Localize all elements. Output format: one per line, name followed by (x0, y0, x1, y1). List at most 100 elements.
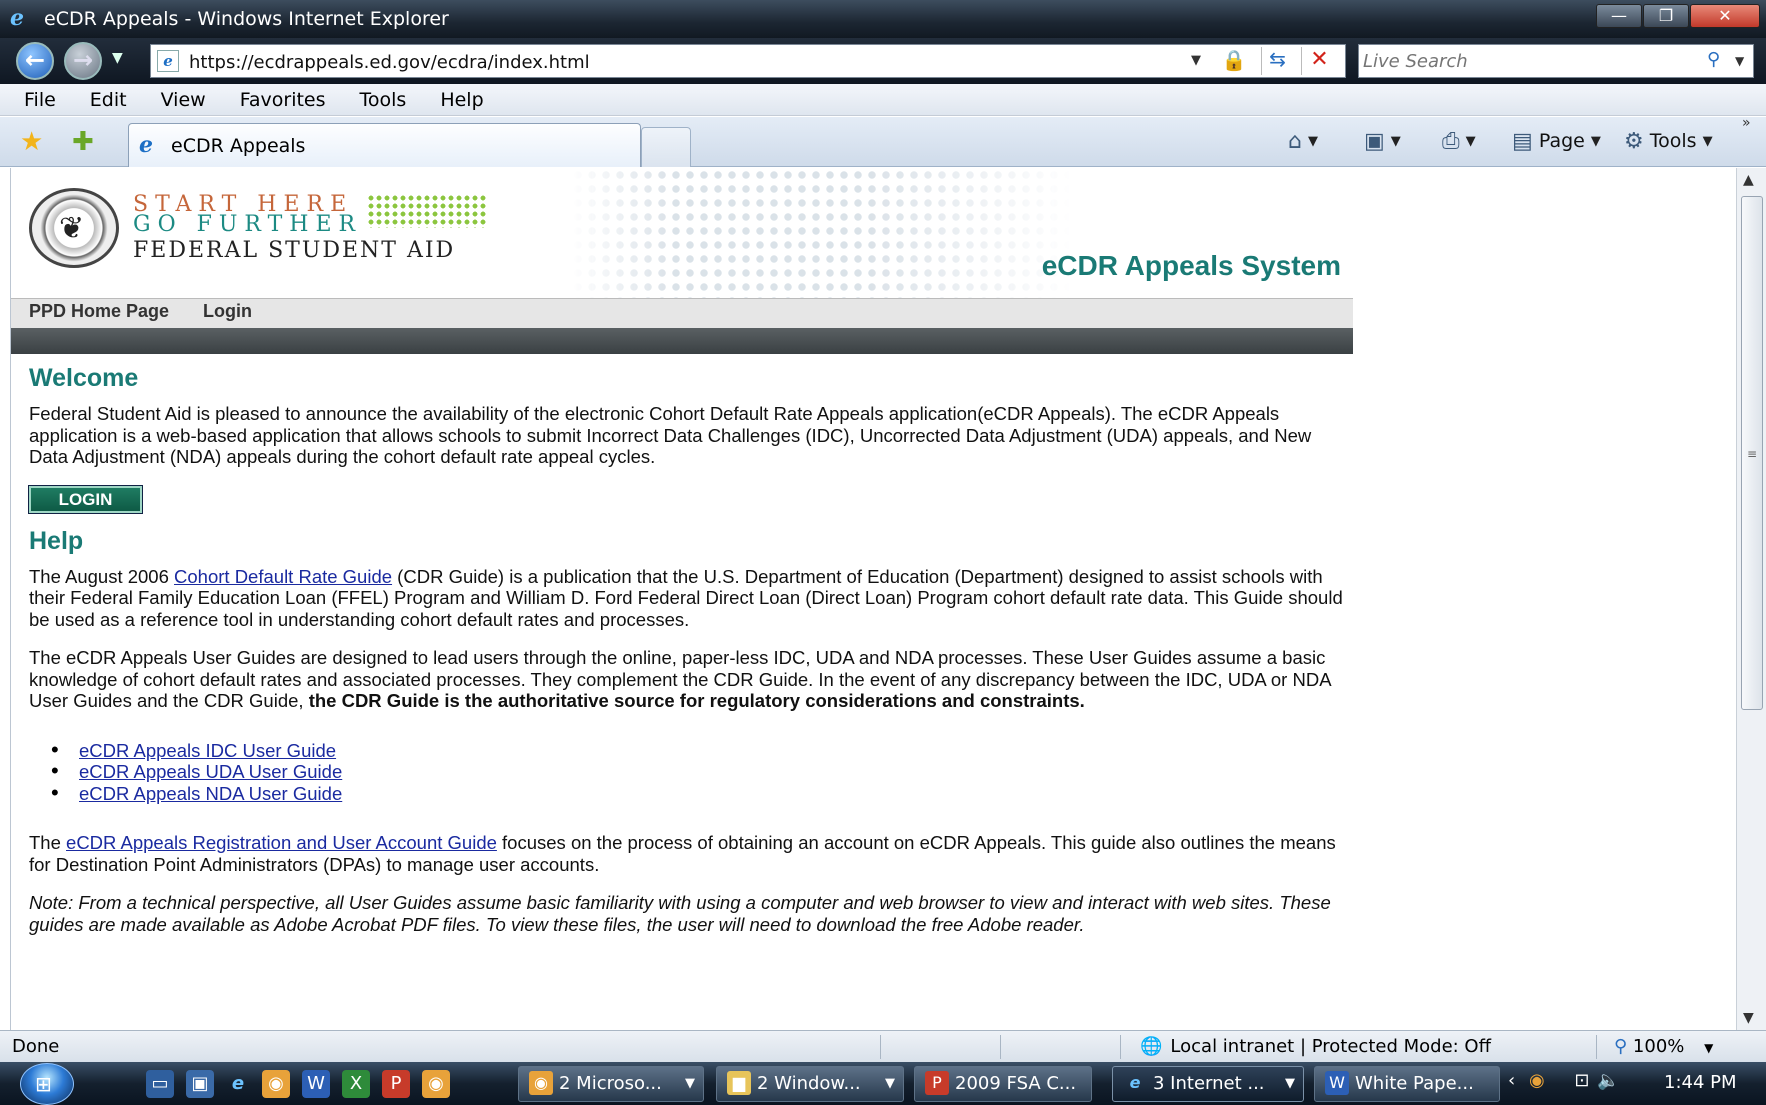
department-seal-logo: ❦ (29, 188, 119, 268)
security-zone[interactable]: 🌐 Local intranet | Protected Mode: Off (1140, 1036, 1491, 1057)
logo-dot-grid (367, 194, 487, 228)
home-button[interactable]: ⌂ ▼ (1288, 127, 1318, 157)
header-band (11, 328, 1353, 354)
tools-menu-button[interactable]: ⚙ Tools ▼ (1624, 127, 1713, 157)
welcome-heading: Welcome (29, 364, 139, 392)
outlook-icon: ◉ (529, 1071, 553, 1095)
scroll-down-icon[interactable]: ▼ (1743, 1010, 1754, 1026)
zoom-icon: ⚲ (1614, 1036, 1628, 1057)
taskbar-button-fsa[interactable]: P 2009 FSA C... (914, 1066, 1092, 1102)
internet-explorer-icon: e (1129, 1073, 1141, 1092)
search-box[interactable]: ⚲ ▼ (1358, 44, 1754, 78)
address-url[interactable]: https://ecdrappeals.ed.gov/ecdra/index.h… (189, 52, 590, 73)
chevron-down-icon: ▼ (1285, 1076, 1295, 1091)
zoom-level[interactable]: ⚲ 100% ▼ (1614, 1036, 1713, 1057)
lock-icon[interactable]: 🔒 (1221, 48, 1247, 74)
menu-bar: File Edit View Favorites Tools Help (0, 84, 1766, 116)
search-icon[interactable]: ⚲ (1707, 49, 1720, 70)
grip-icon: ≡ (1747, 447, 1758, 461)
page-menu-label: Page (1538, 130, 1585, 152)
cdr-guide-link[interactable]: Cohort Default Rate Guide (174, 566, 392, 587)
outlook-icon[interactable]: ◉ (262, 1070, 290, 1098)
address-bar[interactable]: e https://ecdrappeals.ed.gov/ecdra/index… (150, 44, 1346, 78)
login-button[interactable]: LOGIN (28, 484, 143, 514)
refresh-icon[interactable]: ⇆ (1261, 47, 1293, 75)
favorites-center-icon[interactable]: ★ (20, 127, 43, 157)
menu-view[interactable]: View (161, 84, 206, 115)
menu-file[interactable]: File (24, 84, 56, 115)
search-dropdown-icon[interactable]: ▼ (1735, 54, 1744, 68)
word-icon[interactable]: W (302, 1070, 330, 1098)
globe-icon: 🌐 (1140, 1036, 1163, 1057)
gear-icon: ⚙ (1624, 128, 1644, 154)
help-paragraph-cdr-guide: The August 2006 Cohort Default Rate Guid… (29, 566, 1349, 631)
chevron-down-icon: ▼ (1307, 133, 1318, 149)
scroll-up-icon[interactable]: ▲ (1743, 172, 1754, 188)
new-tab-button[interactable] (641, 127, 691, 167)
home-icon: ⌂ (1288, 128, 1302, 154)
idc-user-guide-link[interactable]: eCDR Appeals IDC User Guide (79, 740, 336, 761)
nav-ppd-home-page[interactable]: PPD Home Page (29, 301, 169, 322)
maximize-button[interactable]: ❐ (1643, 4, 1689, 28)
status-divider (1120, 1035, 1121, 1059)
taskbar-button-label: 2 Window... (757, 1073, 861, 1094)
feeds-button[interactable]: ▣ ▼ (1364, 127, 1401, 157)
tray-expand-icon[interactable]: ‹ (1508, 1070, 1515, 1091)
minimize-button[interactable]: — (1596, 4, 1642, 28)
word-icon: W (1325, 1071, 1349, 1095)
stop-icon[interactable]: ✕ (1301, 47, 1337, 75)
messenger-tray-icon[interactable]: ◉ (1529, 1070, 1545, 1091)
page-menu-button[interactable]: ▤ Page ▼ (1512, 127, 1601, 157)
internet-explorer-icon[interactable]: e (224, 1070, 252, 1098)
page-icon: ▤ (1512, 128, 1533, 154)
tab-label: eCDR Appeals (171, 135, 306, 157)
tab-ie-icon: e (139, 132, 153, 158)
clock[interactable]: 1:44 PM (1664, 1072, 1737, 1093)
show-desktop-icon[interactable]: ▭ (146, 1070, 174, 1098)
nav-login[interactable]: Login (203, 301, 252, 322)
taskbar-button-internet[interactable]: e 3 Internet ... ▼ (1112, 1066, 1304, 1102)
start-button[interactable]: ⊞ (20, 1063, 74, 1105)
close-button[interactable]: ✕ (1690, 4, 1760, 28)
chevron-down-icon: ▼ (1390, 133, 1401, 149)
forward-button[interactable]: → (64, 42, 102, 80)
menu-help[interactable]: Help (440, 84, 483, 115)
logo-line-fsa: FEDERAL STUDENT AID (133, 238, 456, 263)
print-button[interactable]: ⎙ ▼ (1442, 127, 1476, 157)
menu-favorites[interactable]: Favorites (240, 84, 326, 115)
volume-icon[interactable]: 🔈 (1597, 1070, 1619, 1091)
excel-icon[interactable]: X (342, 1070, 370, 1098)
menu-edit[interactable]: Edit (90, 84, 127, 115)
scrollbar-thumb[interactable]: ≡ (1741, 196, 1763, 710)
more-commands-icon[interactable]: » (1742, 115, 1751, 131)
search-input[interactable] (1363, 49, 1683, 73)
menu-tools[interactable]: Tools (360, 84, 407, 115)
add-favorites-icon[interactable]: ✚ (72, 127, 94, 157)
taskbar-button-windows[interactable]: ▆ 2 Window... ▼ (716, 1066, 904, 1102)
folder-icon: ▆ (727, 1071, 751, 1095)
status-bar: Done 🌐 Local intranet | Protected Mode: O… (0, 1030, 1766, 1062)
help-paragraph-user-guides: The eCDR Appeals User Guides are designe… (29, 647, 1349, 712)
back-button[interactable]: ← (16, 42, 54, 80)
recent-pages-dropdown-icon[interactable]: ▼ (112, 50, 123, 66)
taskbar-button-label: White Pape... (1355, 1073, 1474, 1094)
nda-user-guide-link[interactable]: eCDR Appeals NDA User Guide (79, 783, 342, 804)
feeds-icon: ▣ (1364, 128, 1385, 154)
switch-windows-icon[interactable]: ▣ (186, 1070, 214, 1098)
taskbar-button-microsoft[interactable]: ◉ 2 Microso... ▼ (518, 1066, 704, 1102)
powerpoint-icon[interactable]: P (382, 1070, 410, 1098)
print-icon: ⎙ (1442, 128, 1460, 154)
tab-ecdr-appeals[interactable]: e eCDR Appeals (128, 123, 641, 167)
address-dropdown-icon[interactable]: ▼ (1191, 53, 1201, 68)
uda-user-guide-link[interactable]: eCDR Appeals UDA User Guide (79, 761, 342, 782)
tab-row: ★ ✚ e eCDR Appeals ⌂ ▼ ▣ ▼ ⎙ ▼ ▤ Page ▼ ⚙ To… (0, 115, 1766, 167)
messenger-icon[interactable]: ◉ (422, 1070, 450, 1098)
registration-guide-link[interactable]: eCDR Appeals Registration and User Accou… (66, 832, 497, 853)
logo-line-go-further: GO FURTHER (133, 212, 363, 237)
network-icon[interactable]: ⊡ (1574, 1070, 1589, 1091)
main-content: Welcome Federal Student Aid is pleased t… (28, 364, 1349, 935)
taskbar-button-white-paper[interactable]: W White Pape... (1314, 1066, 1500, 1102)
help-heading: Help (29, 526, 84, 555)
chevron-down-icon: ▼ (1704, 1041, 1714, 1055)
vertical-scrollbar[interactable]: ▲ ≡ ▼ (1736, 168, 1766, 1030)
